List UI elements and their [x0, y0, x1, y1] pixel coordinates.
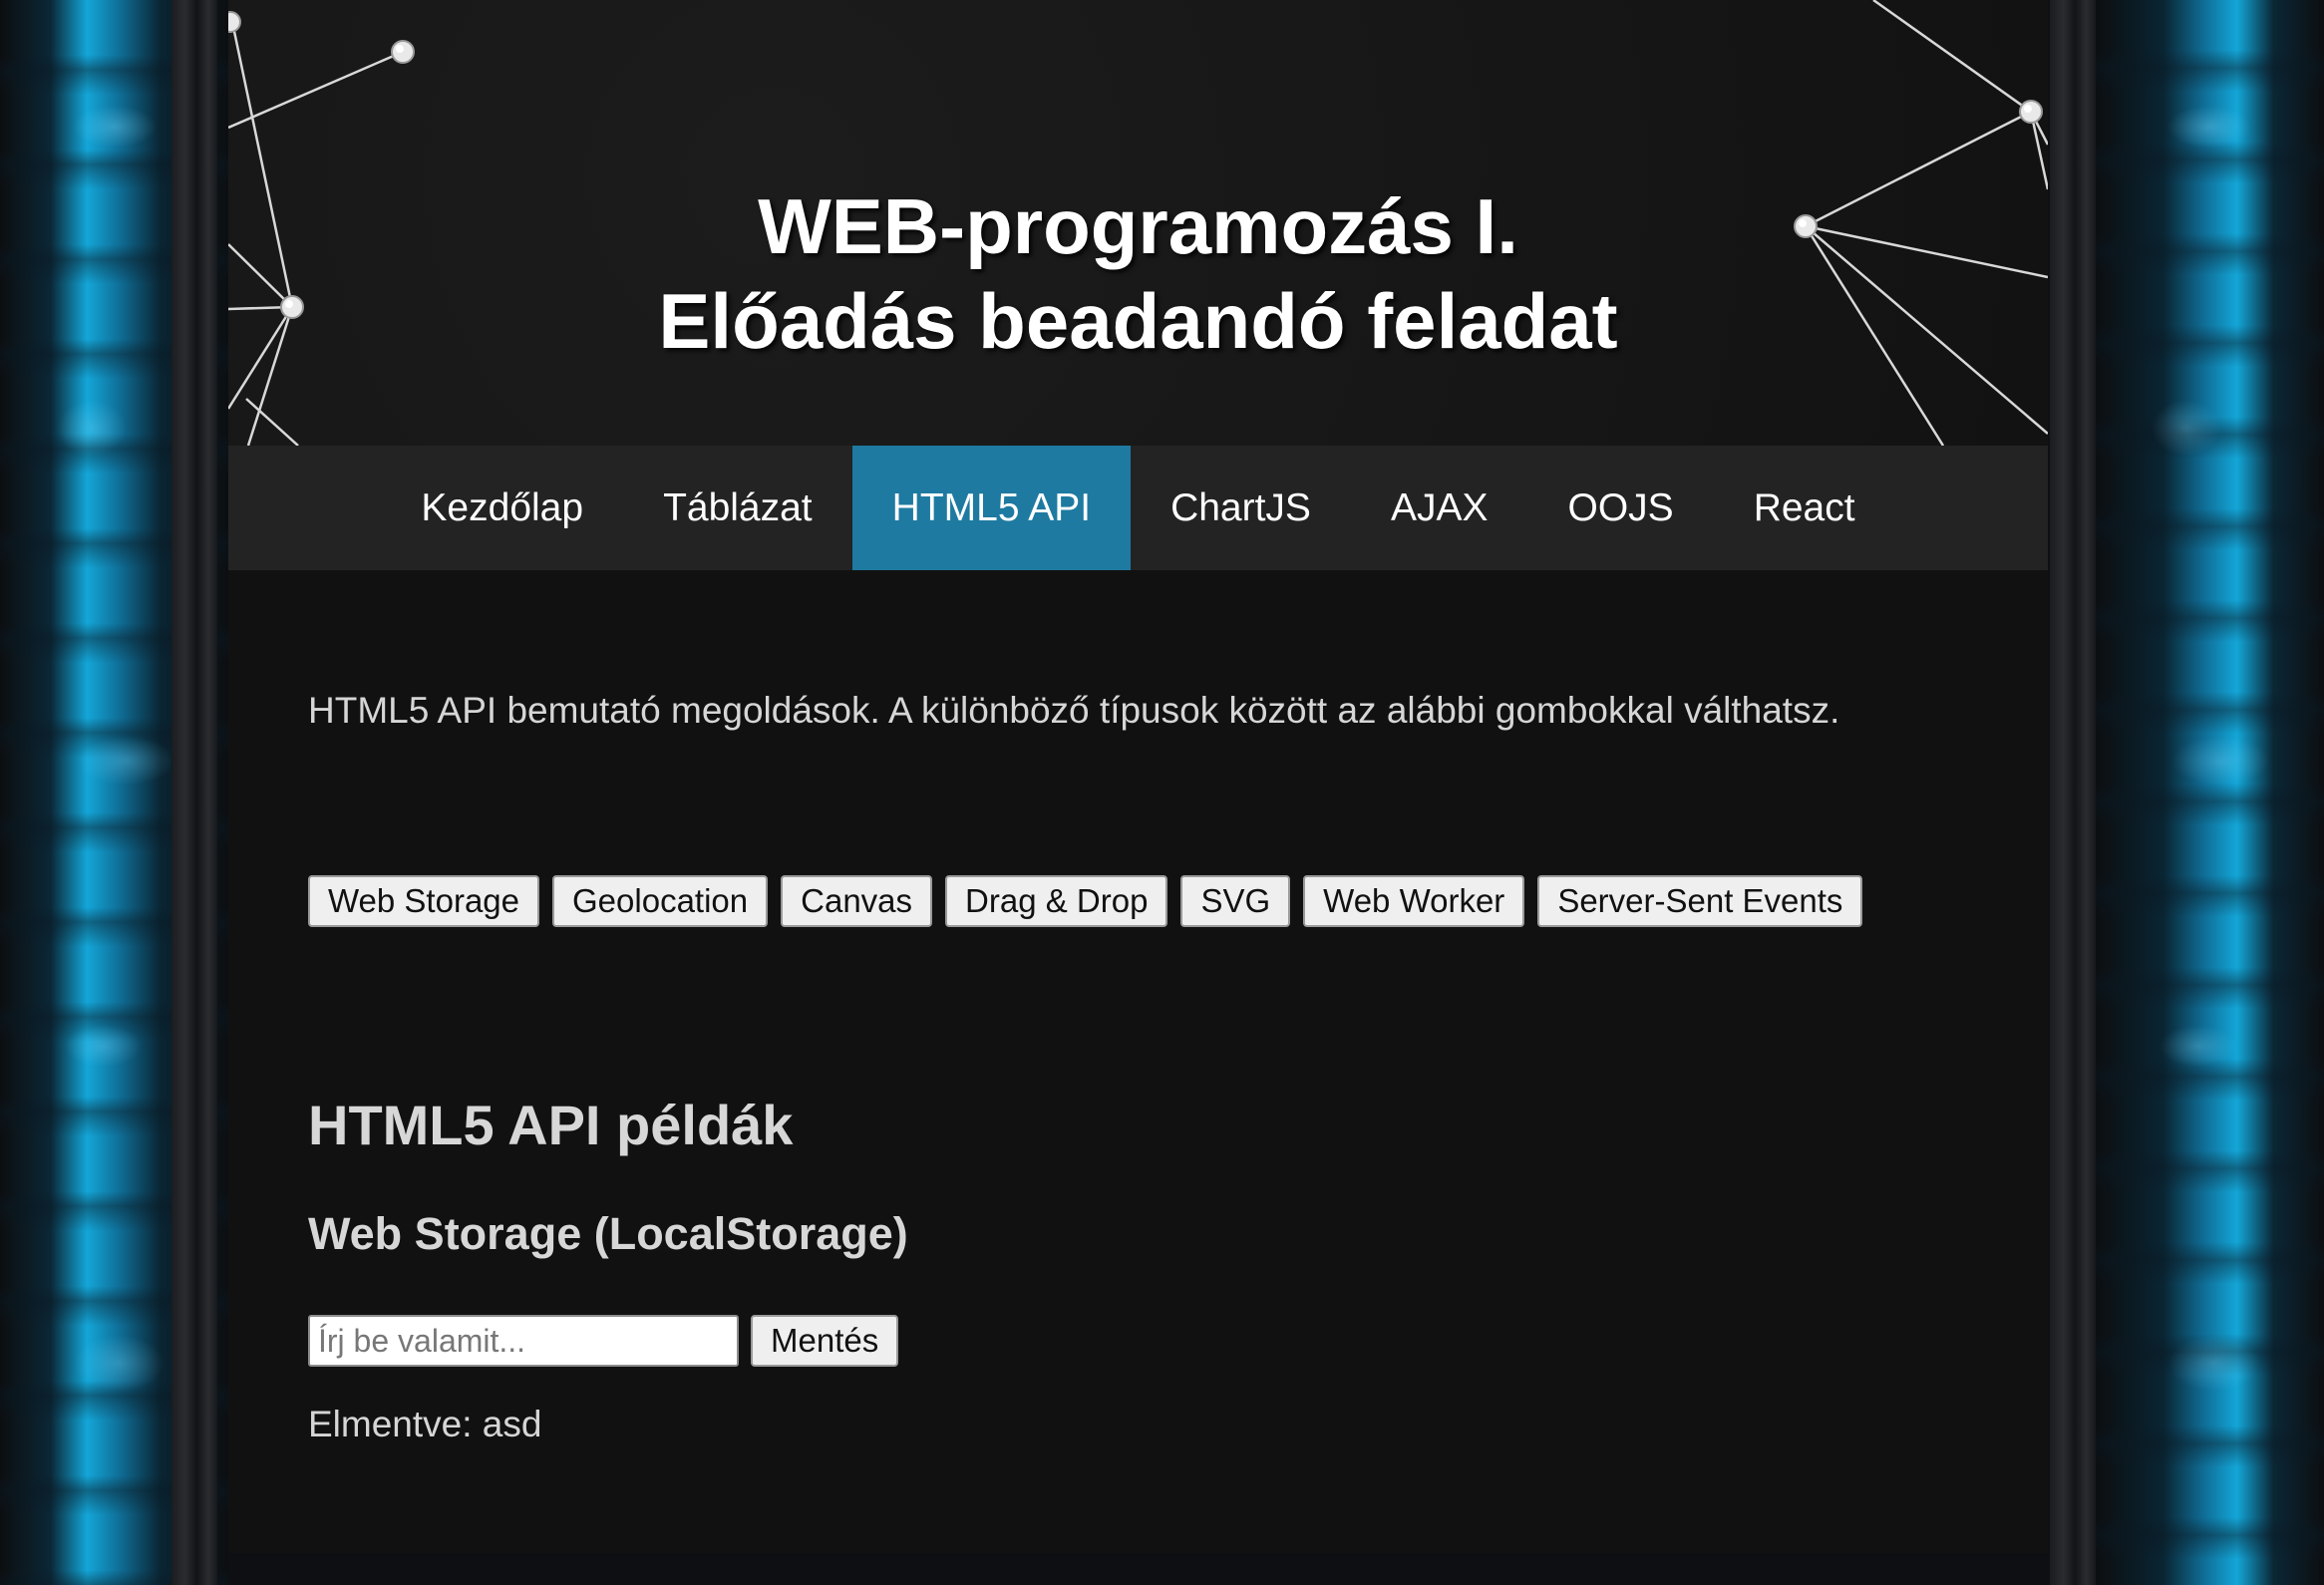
site-header: WEB-programozás I. Előadás beadandó fela… — [228, 0, 2048, 446]
api-button-group: Web Storage Geolocation Canvas Drag & Dr… — [308, 875, 1863, 927]
subsection-title: Web Storage (LocalStorage) — [308, 1208, 908, 1259]
site-title: WEB-programozás I. Előadás beadandó fela… — [228, 179, 2048, 369]
server-sent-events-button[interactable]: Server-Sent Events — [1537, 875, 1863, 927]
nav-item-kezdolap[interactable]: Kezdőlap — [381, 446, 623, 570]
right-background-decoration — [2095, 0, 2324, 1585]
drag-drop-button[interactable]: Drag & Drop — [945, 875, 1168, 927]
geolocation-button[interactable]: Geolocation — [552, 875, 769, 927]
nav-item-oojs[interactable]: OOJS — [1528, 446, 1714, 570]
nav-item-react[interactable]: React — [1714, 446, 1895, 570]
nav-item-ajax[interactable]: AJAX — [1351, 446, 1528, 570]
save-button[interactable]: Mentés — [751, 1315, 899, 1367]
storage-text-input[interactable] — [308, 1315, 739, 1367]
svg-button[interactable]: SVG — [1180, 875, 1291, 927]
canvas-button[interactable]: Canvas — [781, 875, 933, 927]
intro-text: HTML5 API bemutató megoldások. A különbö… — [308, 690, 1840, 731]
section-title: HTML5 API példák — [308, 1094, 794, 1156]
main-container: WEB-programozás I. Előadás beadandó fela… — [228, 0, 2048, 1553]
web-storage-button[interactable]: Web Storage — [308, 875, 540, 927]
page: WEB-programozás I. Előadás beadandó fela… — [0, 0, 2324, 1585]
right-frame-pillar — [2050, 0, 2096, 1585]
saved-value-text: Elmentve: asd — [308, 1404, 542, 1444]
nav-item-tablazat[interactable]: Táblázat — [623, 446, 852, 570]
nav-item-html5-api[interactable]: HTML5 API — [851, 446, 1132, 570]
storage-form: Mentés — [308, 1315, 899, 1367]
main-navigation: Kezdőlap Táblázat HTML5 API ChartJS AJAX… — [228, 446, 2048, 570]
main-content: HTML5 API bemutató megoldások. A különbö… — [228, 570, 2048, 1553]
site-title-line-1: WEB-programozás I. — [758, 182, 1518, 271]
nav-item-chartjs[interactable]: ChartJS — [1131, 446, 1351, 570]
left-frame-pillar — [171, 0, 217, 1585]
web-worker-button[interactable]: Web Worker — [1303, 875, 1525, 927]
site-title-line-2: Előadás beadandó feladat — [658, 277, 1618, 366]
